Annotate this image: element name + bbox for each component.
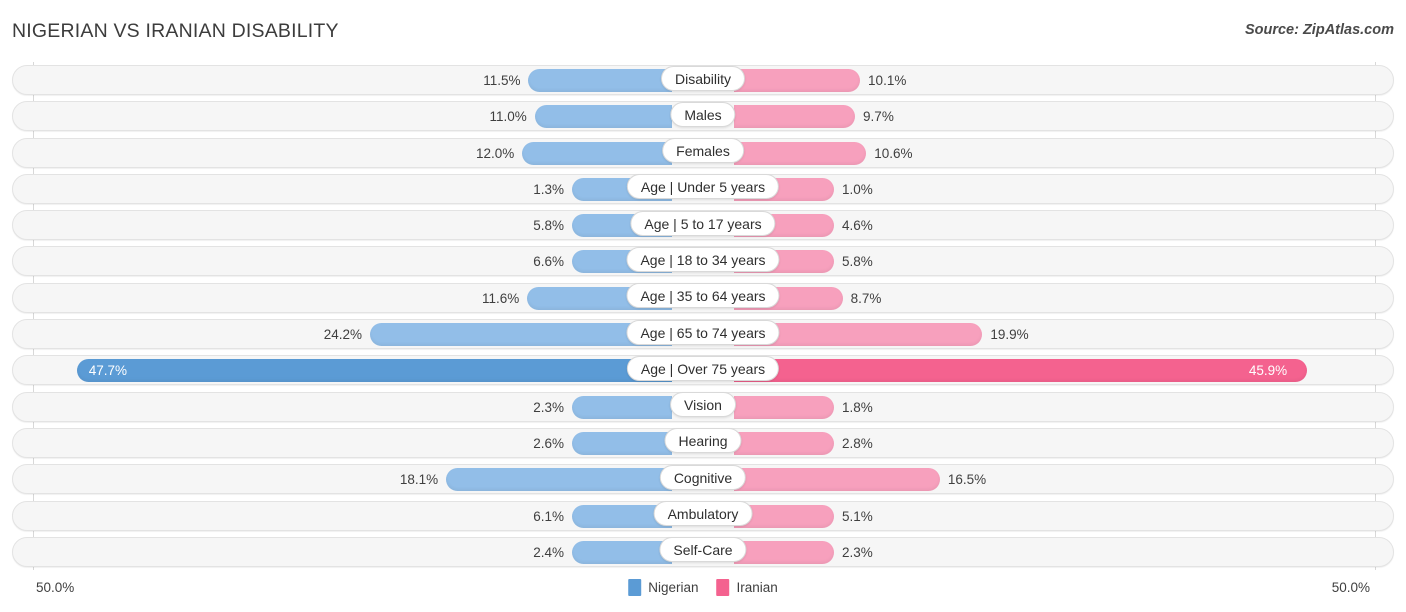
- value-label-iranian: 16.5%: [947, 472, 987, 488]
- bar-nigerian[interactable]: [446, 468, 672, 492]
- value-label-iranian: 19.9%: [990, 327, 1029, 343]
- table-row[interactable]: 1.3% 1.0% Age | Under 5 years: [0, 171, 1406, 207]
- legend-swatch-icon: [716, 579, 730, 596]
- value-label-iranian: 8.7%: [850, 290, 882, 306]
- value-label-iranian: 45.9%: [1248, 363, 1288, 379]
- axis-label-right: 50.0%: [1331, 580, 1370, 595]
- table-row[interactable]: 24.2% 19.9% Age | 65 to 74 years: [0, 316, 1406, 352]
- table-row[interactable]: 5.8% 4.6% Age | 5 to 17 years: [0, 207, 1406, 243]
- bar-nigerian[interactable]: [528, 69, 672, 92]
- bar-iranian[interactable]: [734, 141, 867, 165]
- bar-rows-container: 11.5% 10.1% Disability 11.0% 9.7% Males 12.0% 1…: [0, 62, 1406, 570]
- value-label-nigerian: 2.6%: [533, 435, 564, 451]
- value-label-nigerian: 2.3%: [533, 399, 564, 415]
- category-label-pill: Age | 18 to 34 years: [626, 246, 780, 272]
- value-label-iranian: 1.8%: [842, 399, 873, 415]
- axis-label-left: 50.0%: [36, 580, 75, 595]
- category-label-pill: Females: [662, 138, 744, 164]
- chart-plot-area: 11.5% 10.1% Disability 11.0% 9.7% Males 12.0% 1…: [0, 62, 1406, 570]
- value-label-nigerian: 11.5%: [483, 73, 521, 88]
- category-label-pill: Age | 35 to 64 years: [626, 283, 780, 309]
- value-label-nigerian: 1.3%: [533, 181, 564, 197]
- chart-legend: Nigerian Iranian: [628, 579, 778, 596]
- value-label-iranian: 2.3%: [842, 544, 873, 560]
- category-label-pill: Hearing: [664, 428, 742, 454]
- table-row[interactable]: 6.6% 5.8% Age | 18 to 34 years: [0, 243, 1406, 279]
- bar-nigerian[interactable]: [534, 105, 672, 129]
- value-label-iranian: 5.8%: [842, 254, 873, 270]
- table-row[interactable]: 2.3% 1.8% Vision: [0, 389, 1406, 425]
- value-label-nigerian: 12.0%: [475, 145, 515, 161]
- category-label-pill: Cognitive: [659, 464, 747, 490]
- value-label-iranian: 1.0%: [842, 181, 873, 197]
- bar-nigerian[interactable]: [522, 141, 672, 165]
- bar-iranian[interactable]: [734, 540, 834, 564]
- bar-nigerian[interactable]: [572, 540, 672, 564]
- value-label-nigerian: 18.1%: [399, 472, 439, 488]
- chart-header: NIGERIAN VS IRANIAN DISABILITY Source: Z…: [0, 0, 1406, 62]
- table-row[interactable]: 11.6% 8.7% Age | 35 to 64 years: [0, 280, 1406, 316]
- value-label-nigerian: 24.2%: [323, 327, 362, 343]
- table-row[interactable]: 2.4% 2.3% Self-Care: [0, 534, 1406, 570]
- value-label-iranian: 10.6%: [874, 145, 913, 161]
- table-row[interactable]: 11.5% 10.1% Disability: [0, 62, 1406, 98]
- category-label-pill: Self-Care: [659, 537, 747, 563]
- table-row[interactable]: 11.0% 9.7% Males: [0, 98, 1406, 134]
- chart-footer: 50.0% 50.0% Nigerian Iranian: [0, 570, 1406, 612]
- category-label-pill: Age | Over 75 years: [626, 355, 780, 381]
- value-label-nigerian: 6.1%: [533, 508, 564, 524]
- bar-iranian[interactable]: [734, 431, 834, 455]
- category-label-pill: Males: [670, 101, 736, 127]
- bar-nigerian[interactable]: [572, 395, 672, 419]
- value-label-iranian: 2.8%: [842, 435, 873, 451]
- source-attribution: Source: ZipAtlas.com: [1244, 22, 1394, 38]
- category-label-pill: Ambulatory: [653, 501, 753, 527]
- category-label-pill: Age | Under 5 years: [626, 174, 780, 200]
- category-label-pill: Disability: [660, 65, 746, 91]
- bar-iranian[interactable]: [734, 468, 940, 492]
- table-row[interactable]: 12.0% 10.6% Females: [0, 135, 1406, 171]
- value-label-nigerian: 5.8%: [533, 218, 564, 234]
- category-label-pill: Age | 5 to 17 years: [630, 210, 776, 236]
- value-label-iranian: 4.6%: [842, 218, 873, 234]
- category-label-pill: Vision: [670, 392, 736, 418]
- value-label-nigerian: 6.6%: [533, 254, 564, 270]
- bar-iranian[interactable]: [734, 395, 834, 419]
- bar-iranian[interactable]: [734, 69, 861, 92]
- value-label-nigerian: 47.7%: [88, 363, 127, 379]
- page-title: NIGERIAN VS IRANIAN DISABILITY: [12, 20, 339, 42]
- value-label-nigerian: 2.4%: [533, 544, 564, 560]
- value-label-nigerian: 11.6%: [481, 290, 520, 306]
- value-label-iranian: 5.1%: [842, 508, 873, 524]
- bar-iranian[interactable]: [734, 105, 856, 129]
- table-row[interactable]: 2.6% 2.8% Hearing: [0, 425, 1406, 461]
- bar-nigerian[interactable]: [572, 431, 672, 455]
- value-label-iranian: 9.7%: [863, 109, 894, 125]
- bar-iranian[interactable]: [734, 359, 1307, 383]
- legend-swatch-icon: [628, 579, 642, 596]
- legend-item[interactable]: Iranian: [716, 579, 778, 596]
- value-label-iranian: 10.1%: [868, 73, 907, 88]
- table-row[interactable]: 18.1% 16.5% Cognitive: [0, 461, 1406, 497]
- table-row[interactable]: 6.1% 5.1% Ambulatory: [0, 498, 1406, 534]
- legend-label: Iranian: [736, 580, 778, 595]
- category-label-pill: Age | 65 to 74 years: [626, 319, 780, 345]
- table-row[interactable]: 47.7% 45.9% Age | Over 75 years: [0, 352, 1406, 388]
- value-label-nigerian: 11.0%: [489, 109, 527, 125]
- legend-label: Nigerian: [648, 580, 699, 595]
- bar-nigerian[interactable]: [76, 359, 672, 383]
- legend-item[interactable]: Nigerian: [628, 579, 699, 596]
